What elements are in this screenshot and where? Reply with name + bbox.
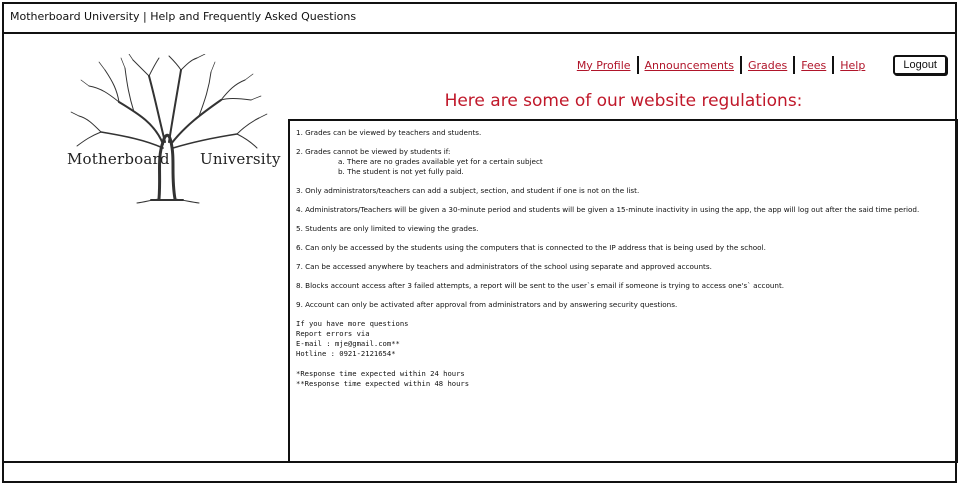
rule-item: 8. Blocks account access after 3 failed …	[296, 281, 785, 290]
contact-line: Report errors via	[296, 329, 370, 338]
response-notes: *Response time expected within 24 hours …	[296, 369, 951, 389]
regulations-panel: 1. Grades can be viewed by teachers and …	[288, 119, 958, 463]
app-window: Motherboard University | Help and Freque…	[2, 2, 958, 483]
rule-subitem: a. There are no grades available yet for…	[338, 157, 543, 166]
rule-item: 3. Only administrators/teachers can add …	[296, 186, 640, 195]
rule-item: 5. Students are only limited to viewing …	[296, 224, 479, 233]
page-heading: Here are some of our website regulations…	[444, 91, 803, 111]
top-nav: My Profile Announcements Grades Fees Hel…	[571, 54, 947, 76]
contact-hotline: Hotline : 0921-2121654*	[296, 349, 396, 358]
rule-item: 9. Account can only be activated after a…	[296, 300, 678, 309]
rule-text: 2. Grades cannot be viewed by students i…	[296, 147, 451, 156]
response-note: *Response time expected within 24 hours	[296, 369, 465, 378]
tree-icon	[70, 54, 268, 204]
rule-item: 2. Grades cannot be viewed by students i…	[296, 147, 951, 177]
rule-item: 4. Administrators/Teachers will be given…	[296, 205, 920, 214]
response-note: **Response time expected within 48 hours	[296, 379, 470, 388]
rule-item: 1. Grades can be viewed by teachers and …	[296, 128, 482, 137]
contact-line: If you have more questions	[296, 319, 409, 328]
logo-word-university: University	[200, 150, 281, 168]
nav-help-link[interactable]: Help	[834, 59, 871, 72]
nav-announcements-link[interactable]: Announcements	[639, 59, 740, 72]
footer-bar	[4, 461, 955, 481]
rule-subitem: b. The student is not yet fully paid.	[338, 167, 464, 176]
rule-item: 6. Can only be accessed by the students …	[296, 243, 766, 252]
rule-item: 7. Can be accessed anywhere by teachers …	[296, 262, 712, 271]
contact-email: E-mail : mje@gmail.com**	[296, 339, 400, 348]
nav-fees-link[interactable]: Fees	[795, 59, 832, 72]
contact-info: If you have more questions Report errors…	[296, 319, 951, 359]
nav-my-profile-link[interactable]: My Profile	[571, 59, 637, 72]
window-title: Motherboard University | Help and Freque…	[4, 4, 955, 34]
nav-grades-link[interactable]: Grades	[742, 59, 793, 72]
logo-word-motherboard: Motherboard	[67, 150, 170, 168]
university-logo: Motherboard University	[59, 54, 280, 204]
logout-button[interactable]: Logout	[893, 55, 947, 75]
